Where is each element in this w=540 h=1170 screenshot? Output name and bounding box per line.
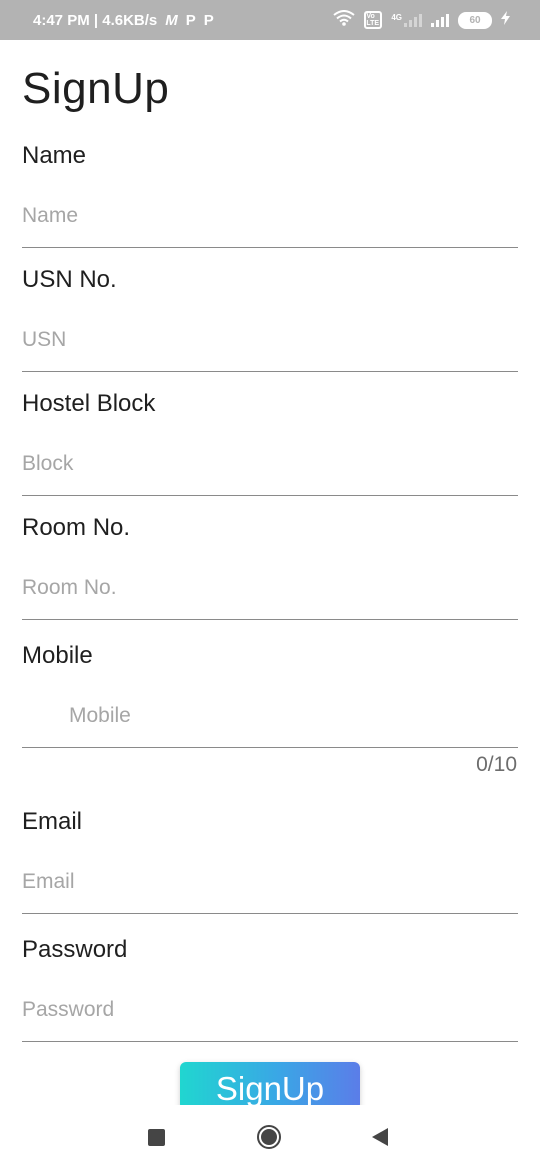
name-label: Name xyxy=(22,142,87,169)
cell-signal-icon xyxy=(431,13,449,27)
home-circle-icon[interactable] xyxy=(257,1125,281,1149)
battery-icon: 60 xyxy=(458,11,492,29)
charging-bolt-icon xyxy=(501,11,510,29)
back-triangle-icon[interactable] xyxy=(372,1128,388,1146)
email-label: Email xyxy=(22,808,83,835)
system-nav-bar xyxy=(0,1105,540,1170)
signup-screen: SignUp Name USN No. Hostel Block Room No… xyxy=(0,40,540,1105)
volte-icon: Vo LTE xyxy=(364,11,383,29)
room-input[interactable] xyxy=(22,556,518,620)
mobile-label: Mobile xyxy=(22,642,93,669)
email-field-group: Email xyxy=(22,808,518,914)
hostel-block-field-group: Hostel Block xyxy=(22,390,518,496)
app-notification-icon-m: M xyxy=(165,11,178,29)
status-time-speed: 4:47 PM | 4.6KB/s xyxy=(33,11,158,29)
status-bar: 4:47 PM | 4.6KB/s M P P Vo LTE 4G 60 xyxy=(0,0,540,40)
password-label: Password xyxy=(22,936,128,963)
battery-level: 60 xyxy=(469,14,481,26)
mobile-input[interactable] xyxy=(22,684,518,748)
email-input[interactable] xyxy=(22,850,518,914)
usn-field-group: USN No. xyxy=(22,266,518,372)
status-right: Vo LTE 4G 60 xyxy=(333,10,510,30)
usn-input[interactable] xyxy=(22,308,518,372)
recent-apps-square-icon[interactable] xyxy=(148,1129,165,1146)
network-4g-signal-icon: 4G xyxy=(391,13,422,27)
signup-button[interactable]: SignUp xyxy=(180,1062,360,1105)
status-left: 4:47 PM | 4.6KB/s M P P xyxy=(33,12,214,29)
app-notification-icon-p1: P xyxy=(185,11,196,29)
volte-label: Vo LTE xyxy=(366,13,380,27)
network-type-label: 4G xyxy=(391,13,402,22)
usn-label: USN No. xyxy=(22,266,117,293)
room-field-group: Room No. xyxy=(22,514,518,620)
app-notification-icon-p2: P xyxy=(203,11,214,29)
wifi-icon xyxy=(333,10,355,30)
room-label: Room No. xyxy=(22,514,131,541)
hostel-block-label: Hostel Block xyxy=(22,390,156,417)
page-title: SignUp xyxy=(22,64,170,113)
name-input[interactable] xyxy=(22,184,518,248)
hostel-block-input[interactable] xyxy=(22,432,518,496)
password-field-group: Password xyxy=(22,936,518,1042)
password-input[interactable] xyxy=(22,978,518,1042)
mobile-char-counter: 0/10 xyxy=(476,753,517,776)
name-field-group: Name xyxy=(22,142,518,248)
mobile-field-group: Mobile xyxy=(22,642,518,748)
